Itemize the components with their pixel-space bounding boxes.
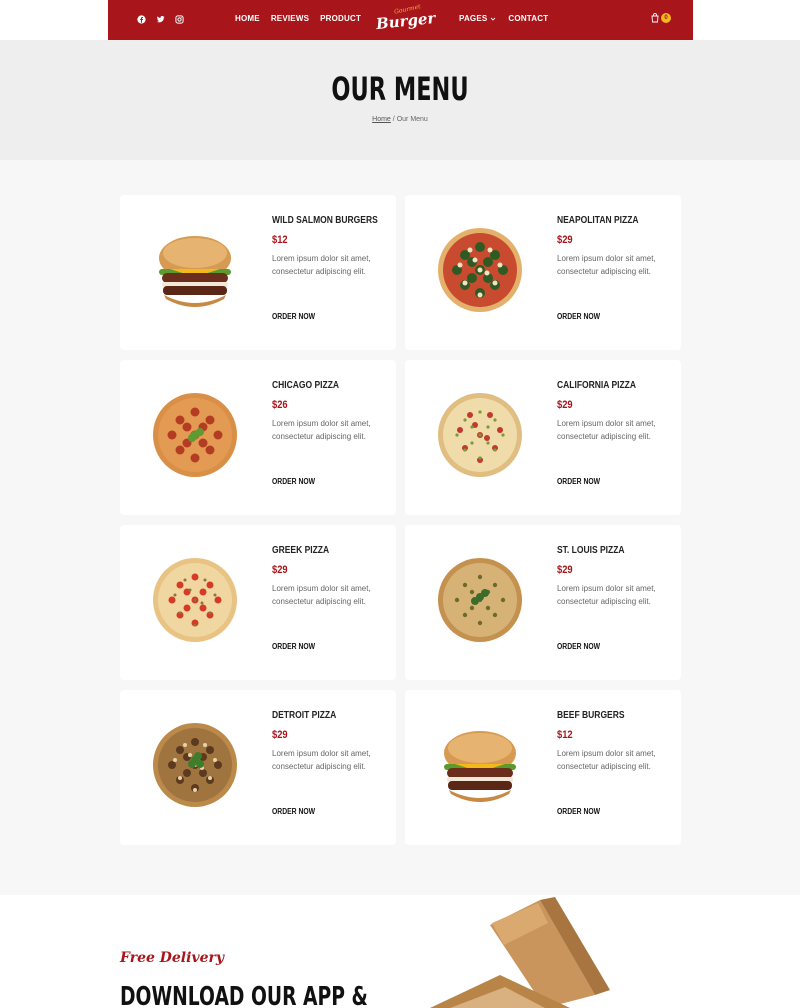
facebook-icon[interactable]	[136, 14, 146, 24]
order-now-button[interactable]: ORDER NOW	[272, 312, 315, 321]
burger-image	[435, 720, 525, 810]
nav-link-product[interactable]: PRODUCT	[320, 14, 361, 23]
breadcrumb: Home / Our Menu	[0, 116, 800, 123]
order-now-button[interactable]: ORDER NOW	[557, 642, 600, 651]
app-section-title: DOWNLOAD OUR APP &	[120, 982, 368, 1008]
menu-item-description: Lorem ipsum dolor sit amet, consectetur …	[272, 584, 371, 606]
cart-count-badge: 0	[661, 13, 671, 23]
nav-link-pages-label: PAGES	[459, 14, 488, 23]
app-download-section: Free Delivery DOWNLOAD OUR APP &	[0, 895, 800, 1008]
order-now-button[interactable]: ORDER NOW	[557, 312, 600, 321]
menu-item-description: Lorem ipsum dolor sit amet, consectetur …	[557, 419, 656, 441]
menu-card: BEEF BURGERS $12 Lorem ipsum dolor sit ame…	[405, 690, 681, 845]
cart-button[interactable]: 0	[650, 13, 671, 23]
menu-item-price: $29	[272, 564, 288, 576]
nav-right: PAGES CONTACT	[459, 14, 548, 23]
pizza-box-image	[430, 897, 610, 1008]
nav-link-pages[interactable]: PAGES	[459, 14, 496, 23]
menu-item-description: Lorem ipsum dolor sit amet, consectetur …	[272, 749, 371, 771]
menu-card: CALIFORNIA PIZZA $29 Lorem ipsum dolor sit…	[405, 360, 681, 515]
breadcrumb-home-link[interactable]: Home	[372, 116, 391, 123]
menu-item-price: $12	[557, 729, 573, 741]
breadcrumb-current: Our Menu	[396, 116, 428, 123]
order-now-button[interactable]: ORDER NOW	[557, 807, 600, 816]
menu-card: WILD SALMON BURGERS $12 Lorem ipsum dolor …	[120, 195, 396, 350]
breadcrumb-separator: /	[392, 116, 395, 123]
menu-card: GREEK PIZZA $29 Lorem ipsum dolor sit amet…	[120, 525, 396, 680]
pizza-image	[435, 225, 525, 315]
burger-image	[150, 225, 240, 315]
menu-item-price: $29	[557, 564, 573, 576]
menu-card: DETROIT PIZZA $29 Lorem ipsum dolor sit am…	[120, 690, 396, 845]
top-nav: HOME REVIEWS PRODUCT Gourmet Burger PAGE…	[108, 0, 693, 40]
menu-item-description: Lorem ipsum dolor sit amet, consectetur …	[557, 584, 656, 606]
menu-section: WILD SALMON BURGERS $12 Lorem ipsum dolor …	[0, 160, 800, 895]
site-logo[interactable]: Gourmet Burger	[375, 3, 436, 34]
order-now-button[interactable]: ORDER NOW	[272, 807, 315, 816]
free-delivery-tag: Free Delivery	[120, 950, 224, 966]
menu-item-title: GREEK PIZZA	[272, 545, 330, 556]
logo-main-text: Burger	[375, 8, 437, 34]
menu-item-description: Lorem ipsum dolor sit amet, consectetur …	[557, 254, 656, 276]
pizza-image	[150, 390, 240, 480]
order-now-button[interactable]: ORDER NOW	[557, 477, 600, 486]
pizza-image	[150, 555, 240, 645]
pizza-image	[435, 555, 525, 645]
menu-item-price: $29	[557, 399, 573, 411]
menu-card: NEAPOLITAN PIZZA $29 Lorem ipsum dolor sit…	[405, 195, 681, 350]
menu-item-price: $12	[272, 234, 288, 246]
menu-item-price: $29	[272, 729, 288, 741]
nav-link-home[interactable]: HOME	[235, 14, 260, 23]
order-now-button[interactable]: ORDER NOW	[272, 477, 315, 486]
twitter-icon[interactable]	[155, 14, 165, 24]
menu-card: ST. LOUIS PIZZA $29 Lorem ipsum dolor sit …	[405, 525, 681, 680]
instagram-icon[interactable]	[174, 14, 184, 24]
chevron-down-icon	[491, 17, 496, 21]
shopping-bag-icon	[651, 13, 659, 23]
menu-item-title: WILD SALMON BURGERS	[272, 215, 378, 226]
nav-link-contact[interactable]: CONTACT	[508, 14, 548, 23]
page-title: OUR MENU	[331, 70, 469, 108]
menu-item-description: Lorem ipsum dolor sit amet, consectetur …	[272, 254, 371, 276]
menu-item-title: DETROIT PIZZA	[272, 710, 337, 721]
pizza-image	[435, 390, 525, 480]
pizza-image	[150, 720, 240, 810]
menu-item-price: $26	[272, 399, 288, 411]
nav-link-reviews[interactable]: REVIEWS	[271, 14, 309, 23]
social-links	[136, 14, 184, 24]
menu-item-title: BEEF BURGERS	[557, 710, 625, 721]
menu-item-title: CHICAGO PIZZA	[272, 380, 340, 391]
menu-item-title: NEAPOLITAN PIZZA	[557, 215, 639, 226]
menu-item-description: Lorem ipsum dolor sit amet, consectetur …	[272, 419, 371, 441]
menu-item-title: CALIFORNIA PIZZA	[557, 380, 637, 391]
nav-left: HOME REVIEWS PRODUCT	[235, 14, 361, 23]
menu-item-description: Lorem ipsum dolor sit amet, consectetur …	[557, 749, 656, 771]
page-header: OUR MENU Home / Our Menu	[0, 40, 800, 160]
menu-card: CHICAGO PIZZA $26 Lorem ipsum dolor sit am…	[120, 360, 396, 515]
order-now-button[interactable]: ORDER NOW	[272, 642, 315, 651]
menu-item-title: ST. LOUIS PIZZA	[557, 545, 625, 556]
menu-item-price: $29	[557, 234, 573, 246]
